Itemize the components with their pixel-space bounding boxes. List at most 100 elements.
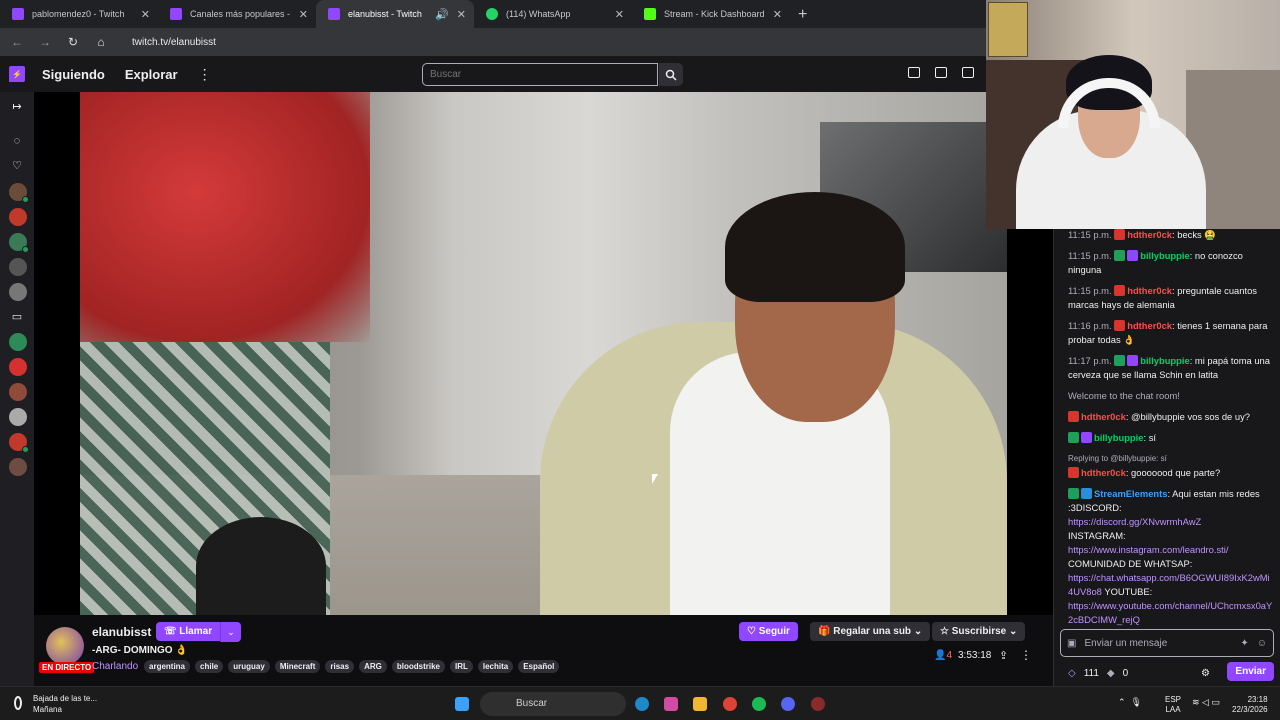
tag[interactable]: uruguay <box>228 660 270 673</box>
tag[interactable]: bloodstrike <box>391 660 445 673</box>
chat-input[interactable]: ▣ Enviar un mensaje ✦ ☺ <box>1060 629 1274 657</box>
twitch-logo-icon[interactable]: ⚡ <box>9 66 25 82</box>
followed-channel-avatar[interactable] <box>9 233 29 253</box>
close-tab-icon[interactable]: ✕ <box>141 8 150 21</box>
whatsapp-link[interactable]: https://chat.whatsapp.com/B6OGWUI89IxK2w… <box>1068 572 1270 597</box>
discord-icon[interactable] <box>781 697 795 711</box>
network-volume-battery-icons[interactable]: ≋ ◁ ▭ <box>1192 697 1220 708</box>
follow-button[interactable]: ♡ Seguir <box>739 622 798 641</box>
more-options-icon[interactable]: ⋮ <box>1020 648 1032 662</box>
badge-icon <box>1068 467 1079 478</box>
call-button[interactable]: ☏ Llamar <box>156 622 221 641</box>
followed-channel-avatar[interactable] <box>9 208 27 226</box>
search-input[interactable] <box>422 63 658 86</box>
followed-channel-avatar[interactable] <box>9 258 27 276</box>
tag[interactable]: risas <box>325 660 355 673</box>
tag[interactable]: argentina <box>144 660 191 673</box>
share-icon[interactable]: ⇪ <box>999 649 1008 662</box>
url-field[interactable]: twitch.tv/elanubisst <box>132 37 216 48</box>
forward-arrow-icon[interactable]: → <box>38 35 52 49</box>
browser-tab[interactable]: Canales más populares - Twitch ✕ <box>158 0 316 28</box>
followed-channel-avatar[interactable] <box>9 408 27 426</box>
video-player[interactable] <box>34 92 1053 615</box>
tag[interactable]: chile <box>195 660 224 673</box>
chat-username[interactable]: billybuppie <box>1140 355 1189 366</box>
chat-username[interactable]: hdther0ck <box>1081 411 1126 422</box>
system-tray[interactable]: ⌃ 🎙 <box>1118 697 1142 708</box>
tag[interactable]: IRL <box>449 660 473 673</box>
instagram-link[interactable]: https://www.instagram.com/leandro.sti/ <box>1068 544 1228 555</box>
search-button[interactable] <box>659 63 683 86</box>
whispers-icon[interactable] <box>962 67 974 78</box>
gift-sub-button[interactable]: 🎁 Regalar una sub ⌄ <box>810 622 931 641</box>
recommended-icon[interactable]: ◌ <box>10 134 24 148</box>
home-icon[interactable]: ⌂ <box>94 35 108 49</box>
chat-username[interactable]: hdther0ck <box>1081 467 1126 478</box>
edge-icon[interactable] <box>635 697 649 711</box>
notifications-icon[interactable] <box>935 67 947 78</box>
badge-icon <box>1068 488 1079 499</box>
followed-channel-avatar[interactable] <box>9 358 27 376</box>
close-tab-icon[interactable]: ✕ <box>457 8 466 21</box>
settings-icon[interactable]: ⚙ <box>1201 668 1210 679</box>
youtube-link[interactable]: https://www.youtube.com/channel/UChcmxsx… <box>1068 600 1272 625</box>
chrome-icon[interactable] <box>723 697 737 711</box>
badge-icon <box>1068 432 1079 443</box>
clock[interactable]: 23:18 22/3/2026 <box>1232 695 1268 715</box>
tag[interactable]: Español <box>518 660 560 673</box>
language-indicator[interactable]: ESP LAA <box>1165 695 1181 715</box>
chevron-down-icon[interactable]: ⌄ <box>220 622 241 642</box>
browser-tab-active[interactable]: elanubisst - Twitch 🔊 ✕ <box>316 0 474 28</box>
chat-username[interactable]: StreamElements <box>1094 488 1167 499</box>
discord-link[interactable]: https://discord.gg/XNvwrmhAwZ <box>1068 516 1201 527</box>
prime-loot-icon[interactable] <box>908 67 920 78</box>
followed-channel-avatar[interactable] <box>9 433 29 453</box>
chat-username[interactable]: hdther0ck <box>1127 285 1172 296</box>
reload-icon[interactable]: ↻ <box>66 35 80 49</box>
heart-icon[interactable]: ♡ <box>10 159 24 173</box>
subscribe-button[interactable]: ☆ Suscribirse ⌄ <box>932 622 1026 641</box>
emote-icon[interactable]: ☺ <box>1257 638 1267 649</box>
followed-channel-avatar[interactable] <box>9 458 27 476</box>
send-button[interactable]: Enviar <box>1227 662 1274 681</box>
spotify-icon[interactable] <box>752 697 766 711</box>
weather-widget[interactable]: Bajada de las te... Mañana <box>33 693 97 715</box>
copilot-icon[interactable] <box>664 697 678 711</box>
chat-username[interactable]: billybuppie <box>1094 432 1143 443</box>
explore-link[interactable]: Explorar <box>125 67 178 82</box>
chat-username[interactable]: hdther0ck <box>1127 229 1172 240</box>
file-explorer-icon[interactable] <box>693 697 707 711</box>
close-tab-icon[interactable]: ✕ <box>299 8 308 21</box>
more-options-icon[interactable]: ⋮ <box>198 66 212 83</box>
following-link[interactable]: Siguiendo <box>42 67 105 82</box>
browser-tab[interactable]: (114) WhatsApp ✕ <box>474 0 632 28</box>
windows-start-icon[interactable] <box>455 697 469 711</box>
channel-name[interactable]: elanubisst <box>92 625 151 639</box>
followed-channel-avatar[interactable] <box>9 283 27 301</box>
category-link[interactable]: Charlando <box>92 661 138 672</box>
back-arrow-icon[interactable]: ← <box>10 35 24 49</box>
close-tab-icon[interactable]: ✕ <box>615 8 624 21</box>
app-icon[interactable] <box>811 697 825 711</box>
tag[interactable]: lechita <box>477 660 514 673</box>
bits-icon[interactable]: ▣ <box>1067 638 1076 649</box>
channel-points-icon[interactable]: ◇ <box>1068 668 1076 679</box>
taskbar-search[interactable]: Buscar <box>480 692 626 716</box>
browser-tab[interactable]: pablomendez0 - Twitch ✕ <box>0 0 158 28</box>
channel-avatar[interactable] <box>46 627 84 665</box>
tag[interactable]: Minecraft <box>274 660 321 673</box>
video-camera-icon[interactable]: ▭ <box>10 310 24 324</box>
followed-channel-avatar[interactable] <box>9 183 29 203</box>
chat-username[interactable]: billybuppie <box>1140 250 1189 261</box>
speaker-icon[interactable]: 🔊 <box>435 8 449 21</box>
new-tab-button[interactable]: + <box>790 6 815 28</box>
followed-channel-avatar[interactable] <box>9 333 27 351</box>
chat-username[interactable]: hdther0ck <box>1127 320 1172 331</box>
tag[interactable]: ARG <box>359 660 387 673</box>
magic-icon[interactable]: ✦ <box>1240 638 1248 649</box>
expand-sidebar-icon[interactable]: ↦ <box>10 100 24 114</box>
close-tab-icon[interactable]: ✕ <box>773 8 782 21</box>
followed-channel-avatar[interactable] <box>9 383 27 401</box>
badge-icon <box>1081 432 1092 443</box>
browser-tab[interactable]: Stream - Kick Dashboard ✕ <box>632 0 790 28</box>
